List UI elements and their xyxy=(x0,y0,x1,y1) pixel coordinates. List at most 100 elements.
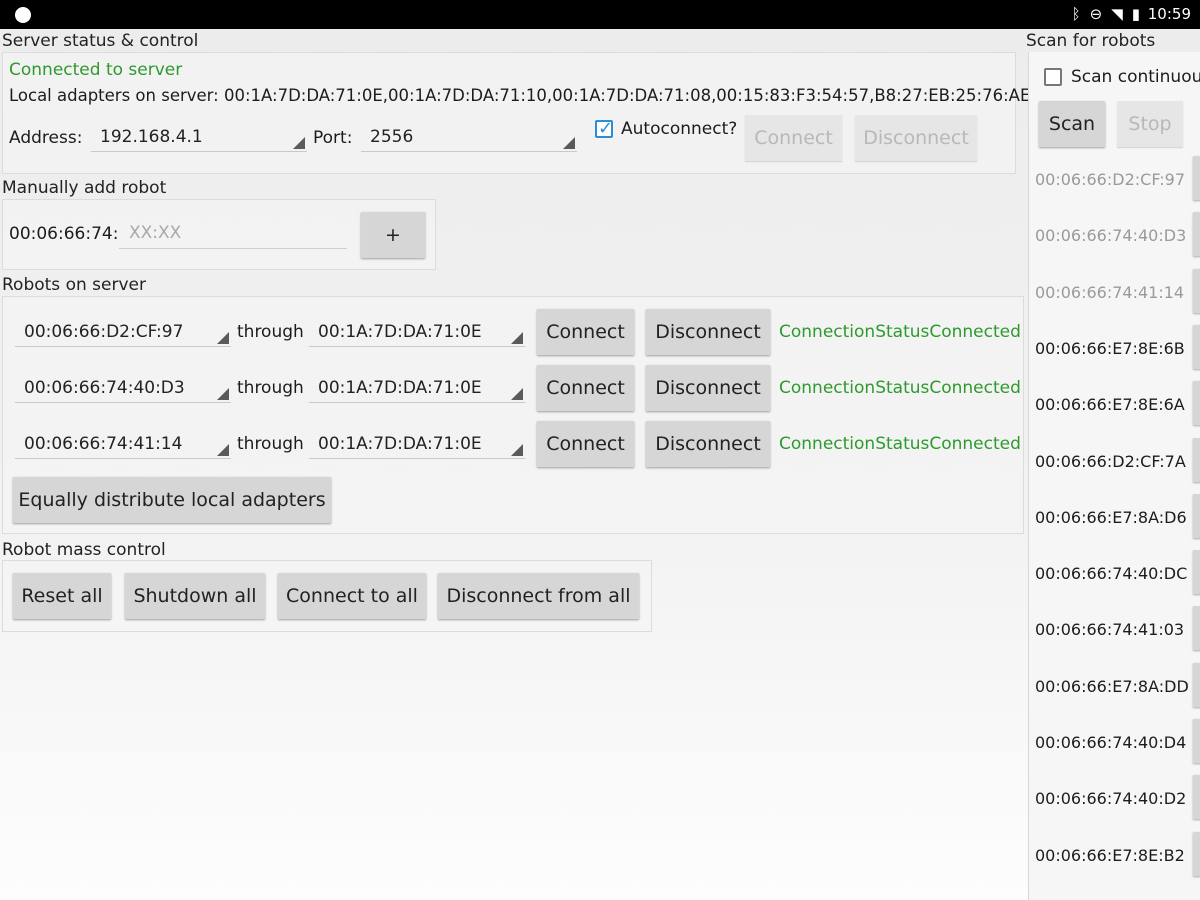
server-disconnect-button[interactable]: Disconnect xyxy=(855,115,977,161)
dropdown-arrow-icon xyxy=(511,332,523,344)
port-value: 2556 xyxy=(370,127,414,147)
scan-item-address: 00:06:66:E7:8E:6B xyxy=(1035,338,1185,358)
scan-item-address: 00:06:66:D2:CF:97 xyxy=(1035,170,1186,189)
shutdown-all-button[interactable]: Shutdown all xyxy=(125,573,265,619)
reset-all-button[interactable]: Reset all xyxy=(13,573,111,619)
robot-connection-status: ConnectionStatusConnected xyxy=(779,322,1021,342)
scan-item-address: 00:06:66:74:41:03 xyxy=(1035,620,1185,640)
robot-connection-status: ConnectionStatusConnected xyxy=(779,378,1021,398)
server-section-title: Server status & control xyxy=(2,31,199,51)
scan-item-add-button[interactable] xyxy=(1193,324,1200,369)
status-icons: ᛒ ⊖ ◥ ▮ xyxy=(1072,5,1140,23)
dropdown-arrow-icon xyxy=(293,137,305,149)
scan-item-address: 00:06:66:74:40:D4 xyxy=(1035,733,1187,752)
stop-scan-button[interactable]: Stop xyxy=(1117,101,1183,147)
manual-add-input[interactable] xyxy=(119,217,347,249)
scan-item-add-button[interactable] xyxy=(1193,550,1200,595)
through-label: through xyxy=(237,322,304,342)
add-robot-button[interactable]: + xyxy=(361,212,425,258)
robot-spinner[interactable]: 00:06:66:D2:CF:97 xyxy=(15,317,231,347)
scan-item-address: 00:06:66:74:40:D2 xyxy=(1035,789,1187,809)
robots-panel: 00:06:66:D2:CF:97 through 00:1A:7D:DA:71… xyxy=(2,296,1024,534)
scan-panel: Scan continuou Scan Stop 00:06:66:D2:CF:… xyxy=(1028,52,1200,900)
autoconnect-label: Autoconnect? xyxy=(621,119,738,139)
scan-item-address: 00:06:66:74:41:14 xyxy=(1035,282,1185,302)
battery-icon: ▮ xyxy=(1131,5,1140,23)
wifi-icon: ◥ xyxy=(1111,5,1123,23)
adapter-spinner[interactable]: 00:1A:7D:DA:71:0E xyxy=(309,429,525,459)
scan-item-add-button[interactable] xyxy=(1193,606,1200,651)
robot-disconnect-button[interactable]: Disconnect xyxy=(646,421,770,467)
scan-button[interactable]: Scan xyxy=(1039,101,1105,147)
scan-item-add-button[interactable] xyxy=(1193,212,1200,257)
adapter-address: 00:1A:7D:DA:71:0E xyxy=(318,378,482,398)
scan-section-title: Scan for robots xyxy=(1026,31,1156,51)
robot-spinner[interactable]: 00:06:66:74:41:14 xyxy=(15,429,231,459)
through-label: through xyxy=(237,434,304,454)
mass-control-section-title: Robot mass control xyxy=(2,540,166,560)
server-panel: Connected to server Local adapters on se… xyxy=(2,52,1030,174)
adapter-spinner[interactable]: 00:1A:7D:DA:71:0E xyxy=(309,373,525,403)
through-label: through xyxy=(237,378,304,398)
dropdown-arrow-icon xyxy=(217,444,229,456)
scan-item-address: 00:06:66:74:40:D3 xyxy=(1035,226,1187,246)
scan-item-address: 00:06:66:D2:CF:7A xyxy=(1035,451,1186,471)
robot-spinner[interactable]: 00:06:66:74:40:D3 xyxy=(15,373,231,403)
robot-disconnect-button[interactable]: Disconnect xyxy=(646,365,770,411)
robot-connect-button[interactable]: Connect xyxy=(537,309,634,355)
bluetooth-icon: ᛒ xyxy=(1071,5,1081,23)
notification-dot-icon xyxy=(15,7,31,23)
status-time: 10:59 xyxy=(1147,5,1191,23)
scan-continuous-label: Scan continuou xyxy=(1071,67,1200,87)
scan-item-address: 00:06:66:E7:8E:B2 xyxy=(1035,845,1185,865)
do-not-disturb-icon: ⊖ xyxy=(1089,5,1103,23)
robot-disconnect-button[interactable]: Disconnect xyxy=(646,309,770,355)
address-label: Address: xyxy=(9,128,83,148)
autoconnect-checkbox[interactable] xyxy=(595,118,613,139)
adapter-address: 00:1A:7D:DA:71:0E xyxy=(318,322,482,342)
scan-item-add-button[interactable] xyxy=(1193,437,1200,482)
scan-item-add-button[interactable] xyxy=(1193,775,1200,820)
scan-item-add-button[interactable] xyxy=(1193,719,1200,763)
address-value: 192.168.4.1 xyxy=(100,127,203,147)
scan-continuous-checkbox[interactable] xyxy=(1044,68,1062,86)
distribute-adapters-button[interactable]: Equally distribute local adapters xyxy=(13,477,331,523)
scan-item-address: 00:06:66:E7:8A:DD xyxy=(1035,676,1189,696)
disconnect-from-all-button[interactable]: Disconnect from all xyxy=(438,573,639,619)
scan-item-add-button[interactable] xyxy=(1193,831,1200,876)
robot-address: 00:06:66:74:41:14 xyxy=(24,434,183,454)
dropdown-arrow-icon xyxy=(217,388,229,400)
dropdown-arrow-icon xyxy=(217,332,229,344)
address-spinner[interactable]: 192.168.4.1 xyxy=(91,122,307,152)
robots-section-title: Robots on server xyxy=(2,275,146,295)
scan-item-address: 00:06:66:74:40:DC xyxy=(1035,564,1188,584)
connection-state: Connected to server xyxy=(9,60,183,80)
server-connect-button[interactable]: Connect xyxy=(745,115,842,161)
scan-item-add-button[interactable] xyxy=(1193,268,1200,313)
robot-address: 00:06:66:D2:CF:97 xyxy=(24,322,184,342)
scan-item-add-button[interactable] xyxy=(1193,381,1200,426)
robot-connection-status: ConnectionStatusConnected xyxy=(779,434,1021,454)
dropdown-arrow-icon xyxy=(511,388,523,400)
scan-item-add-button[interactable] xyxy=(1193,662,1200,707)
manual-add-section-title: Manually add robot xyxy=(2,178,167,198)
robot-address: 00:06:66:74:40:D3 xyxy=(24,378,185,398)
connect-to-all-button[interactable]: Connect to all xyxy=(278,573,426,619)
robot-connect-button[interactable]: Connect xyxy=(537,365,634,411)
adapter-address: 00:1A:7D:DA:71:0E xyxy=(318,434,482,454)
status-bar: ᛒ ⊖ ◥ ▮ 10:59 xyxy=(0,0,1200,29)
manual-add-panel: 00:06:66:74: + xyxy=(2,199,436,270)
scan-item-address: 00:06:66:E7:8E:6A xyxy=(1035,395,1185,415)
scan-item-address: 00:06:66:E7:8A:D6 xyxy=(1035,507,1187,527)
mass-control-panel: Reset all Shutdown all Connect to all Di… xyxy=(2,560,652,632)
robot-connect-button[interactable]: Connect xyxy=(537,421,634,467)
adapter-spinner[interactable]: 00:1A:7D:DA:71:0E xyxy=(309,317,525,347)
dropdown-arrow-icon xyxy=(511,444,523,456)
dropdown-arrow-icon xyxy=(563,137,575,149)
local-adapters-text: Local adapters on server: 00:1A:7D:DA:71… xyxy=(9,86,1031,105)
scan-item-add-button[interactable] xyxy=(1193,156,1200,200)
port-spinner[interactable]: 2556 xyxy=(361,122,577,152)
port-label: Port: xyxy=(313,128,353,148)
manual-add-prefix: 00:06:66:74: xyxy=(9,224,119,244)
scan-item-add-button[interactable] xyxy=(1193,493,1200,538)
